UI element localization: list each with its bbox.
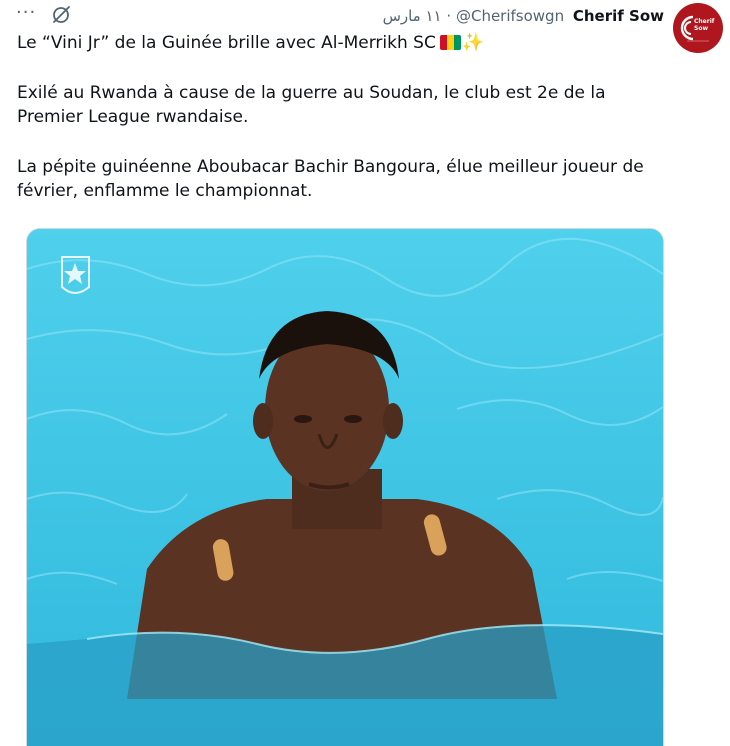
tweet-header: ··· ١١ مارس · @Cherifsowgn Cherif Sow Ch…: [0, 2, 730, 53]
tweet-paragraph-3: La pépite guinéenne Aboubacar Bachir Ban…: [17, 157, 644, 201]
player-in-pool-photo: [27, 229, 663, 746]
meta-separator: ·: [446, 7, 452, 25]
tweet-line-1: Le “Vini Jr” de la Guinée brille avec Al…: [17, 31, 667, 55]
avatar-line2: Sow: [694, 25, 708, 32]
tweet-date[interactable]: ١١ مارس: [383, 7, 442, 25]
avatar[interactable]: Cherif Sow: [673, 3, 723, 53]
guinea-flag-icon: [439, 35, 461, 50]
tweet-line-1-text: Le “Vini Jr” de la Guinée brille avec Al…: [17, 33, 436, 53]
tweet-paragraph-2: Exilé au Rwanda à cause de la guerre au …: [17, 83, 606, 127]
user-handle[interactable]: @Cherifsowgn: [456, 7, 564, 25]
user-display-name[interactable]: Cherif Sow: [573, 7, 664, 25]
tweet: ··· ١١ مارس · @Cherifsowgn Cherif Sow Ch…: [0, 0, 730, 746]
more-options-button[interactable]: ···: [16, 2, 36, 24]
avatar-text: Cherif Sow: [694, 18, 714, 32]
tweet-text: Le “Vini Jr” de la Guinée brille avec Al…: [17, 31, 667, 203]
grok-icon[interactable]: [50, 4, 72, 26]
tweet-media-photo[interactable]: [26, 228, 664, 746]
avatar-line1: Cherif: [694, 18, 715, 25]
tweet-meta: ١١ مارس · @Cherifsowgn Cherif Sow: [383, 5, 664, 27]
sparkles-icon: ✨: [461, 32, 485, 53]
